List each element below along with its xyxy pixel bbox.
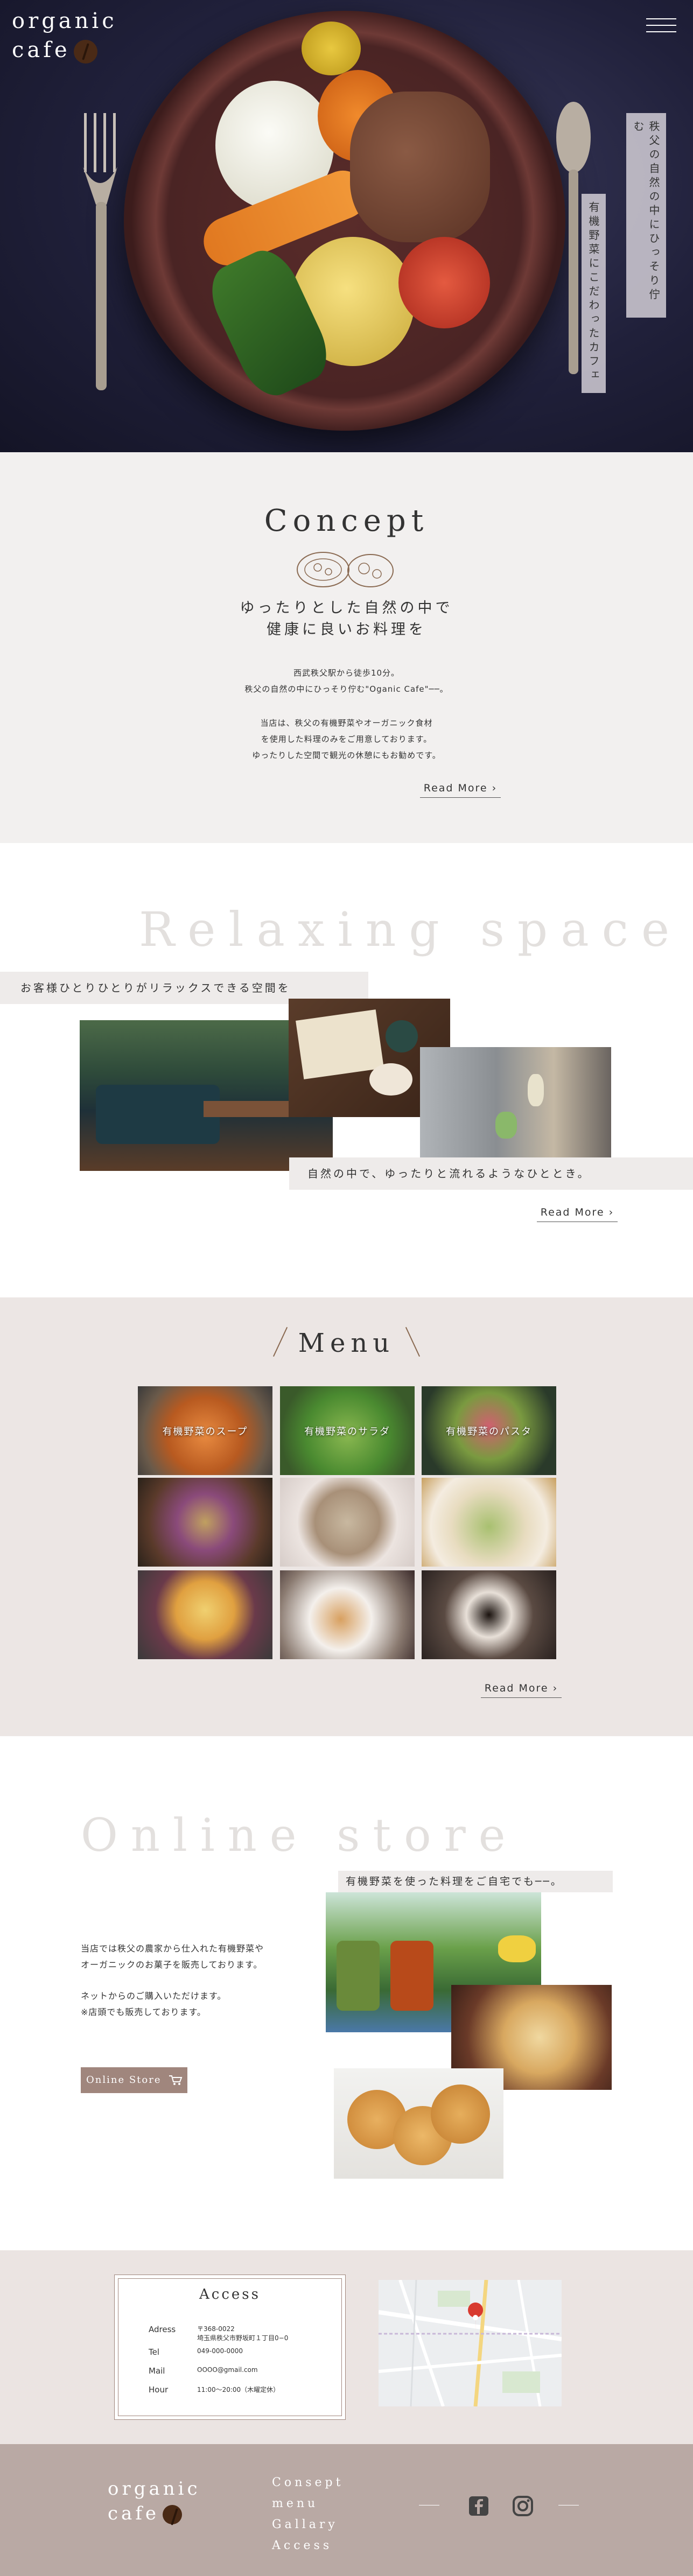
access-section: Access Adress 〒368-0022 埼玉県秩父市野坂町１丁目0−0 Te… xyxy=(0,2250,693,2444)
access-row: Hour 11:00〜20:00（木曜定休） xyxy=(149,2385,288,2404)
menu-heading: Menu xyxy=(0,1326,693,1360)
access-row-value[interactable]: 049-000-0000 xyxy=(197,2347,243,2366)
access-row-value: 11:00〜20:00（木曜定休） xyxy=(197,2386,280,2393)
menu-tile[interactable]: 有機野菜のスープ xyxy=(138,1386,272,1475)
concept-text-line: ゆったりした空間で観光の休憩にもお勧めです。 xyxy=(252,750,441,760)
menu-icon[interactable] xyxy=(646,13,676,40)
access-row: Mail OOOO@gmail.com xyxy=(149,2366,288,2385)
online-store-button-label: Online Store xyxy=(86,2074,162,2086)
store-band: 有機野菜を使った料理をご自宅でも──。 xyxy=(338,1871,613,1892)
access-row-label: Hour xyxy=(149,2385,169,2395)
relax-read-more-link[interactable]: Read More › xyxy=(537,1206,618,1222)
concept-paragraph-2: 当店は、秩父の有機野菜やオーガニック食材 を使用した料理のみをご用意しております… xyxy=(0,715,693,763)
footer-link-concept[interactable]: Consept xyxy=(272,2472,344,2493)
store-text-line: ネットからのご購入いただけます。 xyxy=(81,1991,227,2001)
concept-title: Concept xyxy=(264,503,429,538)
access-row-value[interactable]: OOOO@gmail.com xyxy=(197,2366,258,2385)
concept-headline-line-1: ゆったりとした自然の中で xyxy=(240,600,453,616)
menu-tile[interactable]: 有機野菜のパスタ xyxy=(422,1386,556,1475)
footer-logo[interactable]: organic cafe xyxy=(108,2476,201,2526)
menu-tile[interactable]: 有機野菜のサラダ xyxy=(280,1386,415,1475)
footer-nav: Consept menu Gallary Access xyxy=(272,2472,344,2556)
read-more-label: Read More xyxy=(540,1206,605,1218)
menu-tile-label: 有機野菜のスープ xyxy=(162,1426,248,1437)
menu-tile-label: 有機野菜のサラダ xyxy=(304,1426,390,1437)
relax-title: Relaxing space xyxy=(139,902,683,957)
concept-text-line: 西武秩父駅から徒歩10分。 xyxy=(293,668,400,678)
store-photo-cookies xyxy=(334,2068,503,2179)
relax-photo-interior xyxy=(420,1047,611,1157)
store-text-line: オーガニックのお菓子を販売しております。 xyxy=(81,1960,263,1970)
access-row-label: Adress xyxy=(149,2325,176,2334)
menu-tile[interactable] xyxy=(422,1570,556,1659)
spoon-icon xyxy=(400,1326,421,1360)
concept-section: Concept ゆったりとした自然の中で 健康に良いお料理を 西武秩父駅から徒歩… xyxy=(0,452,693,843)
logo-line-2: cafe xyxy=(12,38,71,62)
concept-paragraph-1: 西武秩父駅から徒歩10分。 秩父の自然の中にひっそり佇む"Oganic Cafe… xyxy=(0,665,693,697)
menu-tile[interactable] xyxy=(422,1478,556,1567)
menu-tile[interactable] xyxy=(138,1570,272,1659)
footer-logo-line-2: cafe xyxy=(108,2503,160,2524)
menu-tile[interactable] xyxy=(138,1478,272,1567)
hero: organic cafe 秩父の自然の中にひっそり佇む 有機野菜にこだわったカフ… xyxy=(0,0,693,452)
store-text: 当店では秩父の農家から仕入れた有機野菜や オーガニックのお菓子を販売しております… xyxy=(81,1941,264,2020)
chevron-right-icon: › xyxy=(552,1682,558,1694)
hero-tagline-2: 有機野菜にこだわったカフェ xyxy=(582,194,606,393)
food-mustard xyxy=(302,22,361,75)
concept-text-line: 秩父の自然の中にひっそり佇む"Oganic Cafe"──。 xyxy=(244,684,449,694)
menu-title: Menu xyxy=(298,1328,395,1358)
access-row-value: 埼玉県秩父市野坂町１丁目0−0 xyxy=(197,2334,289,2342)
cart-icon xyxy=(169,2075,183,2085)
online-store-button[interactable]: Online Store xyxy=(81,2067,187,2093)
map-graphic xyxy=(379,2280,562,2406)
facebook-icon[interactable] xyxy=(468,2496,489,2516)
store-title: Online store xyxy=(81,1809,519,1862)
hero-tagline-1: 秩父の自然の中にひっそり佇む xyxy=(626,113,666,318)
access-title: Access xyxy=(199,2286,261,2303)
access-row: Tel 049-000-0000 xyxy=(149,2347,288,2366)
food-meat xyxy=(350,92,490,242)
logo-line-1: organic xyxy=(12,9,117,33)
chevron-right-icon: › xyxy=(608,1206,614,1218)
read-more-label: Read More xyxy=(484,1682,549,1694)
access-map[interactable] xyxy=(379,2280,562,2406)
footer-link-gallery[interactable]: Gallary xyxy=(272,2514,344,2535)
footer-link-access[interactable]: Access xyxy=(272,2535,344,2556)
access-card: Access Adress 〒368-0022 埼玉県秩父市野坂町１丁目0−0 Te… xyxy=(114,2275,346,2420)
access-row-label: Tel xyxy=(149,2347,160,2357)
site-logo[interactable]: organic cafe xyxy=(12,6,117,65)
menu-tile[interactable] xyxy=(280,1570,415,1659)
chevron-right-icon: › xyxy=(492,782,498,794)
menu-tile-label: 有機野菜のパスタ xyxy=(446,1426,532,1437)
concept-text-line: 当店は、秩父の有機野菜やオーガニック食材 xyxy=(260,718,433,728)
menu-read-more-link[interactable]: Read More › xyxy=(481,1682,562,1698)
coffee-bean-icon xyxy=(163,2505,183,2524)
fork-icon xyxy=(272,1326,293,1360)
food-tomato xyxy=(398,237,490,328)
fork-icon xyxy=(83,113,117,390)
access-row-value: 〒368-0022 xyxy=(197,2325,235,2333)
coffee-bean-icon xyxy=(73,40,97,64)
access-row: Adress 〒368-0022 埼玉県秩父市野坂町１丁目0−0 xyxy=(149,2325,288,2347)
footer: organic cafe Consept menu Gallary Access xyxy=(0,2444,693,2576)
access-row-label: Mail xyxy=(149,2366,165,2376)
concept-headline-line-2: 健康に良いお料理を xyxy=(267,621,426,638)
concept-read-more-link[interactable]: Read More › xyxy=(420,782,501,798)
instagram-icon[interactable] xyxy=(513,2496,533,2516)
store-text-line: ※店頭でも販売しております。 xyxy=(81,2007,206,2017)
store-text-line: 当店では秩父の農家から仕入れた有機野菜や xyxy=(81,1943,264,1954)
read-more-label: Read More xyxy=(423,782,488,794)
concept-text-line: を使用した料理のみをご用意しております。 xyxy=(261,734,432,744)
access-table: Adress 〒368-0022 埼玉県秩父市野坂町１丁目0−0 Tel 049-00… xyxy=(149,2325,288,2404)
footer-link-menu[interactable]: menu xyxy=(272,2493,344,2514)
relax-band-2: 自然の中で、ゆったりと流れるようなひととき。 xyxy=(289,1157,693,1190)
menu-section: Menu 有機野菜のスープ 有機野菜のサラダ 有機野菜のパスタ Read Mor… xyxy=(0,1297,693,1736)
concept-headline: ゆったりとした自然の中で 健康に良いお料理を xyxy=(0,598,693,641)
menu-tile[interactable] xyxy=(280,1478,415,1567)
illustration-icon xyxy=(297,552,394,587)
footer-logo-line-1: organic xyxy=(108,2478,201,2500)
